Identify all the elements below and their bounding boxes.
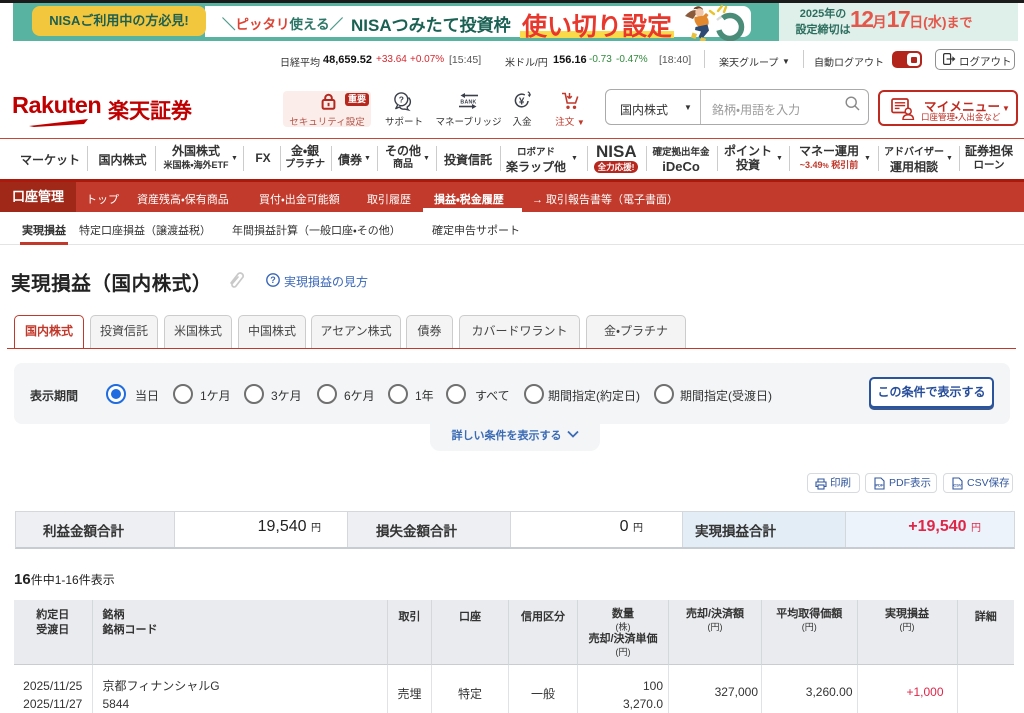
svg-text:?: ? [270,275,276,285]
svg-text:CSV: CSV [953,483,962,488]
svg-text:?: ? [399,94,404,104]
svg-text:¥: ¥ [519,97,525,108]
svg-text:PDF: PDF [876,483,885,488]
svg-text:BANK: BANK [460,100,476,106]
